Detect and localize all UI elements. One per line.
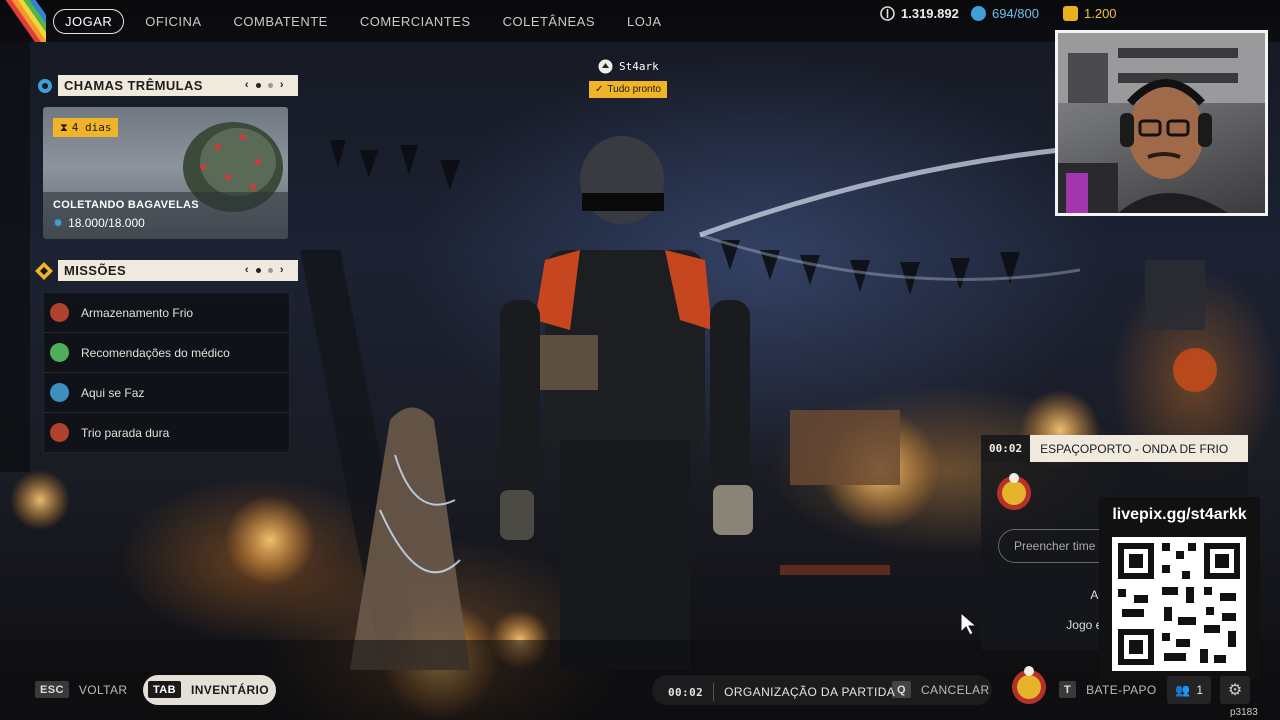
chat-action[interactable]: T BATE-PAPO <box>1059 681 1157 698</box>
coins-value: 1.319.892 <box>901 5 959 21</box>
mission-label: Trio parada dura <box>81 425 170 440</box>
ready-status-badge: ✓ Tudo pronto <box>589 81 667 98</box>
pager-dot <box>267 267 273 273</box>
event-objective: COLETANDO BAGAVELAS <box>53 199 199 211</box>
cred-icon <box>971 5 986 21</box>
player-name: St4ark <box>619 60 659 73</box>
tab-key-hint: TAB <box>148 681 181 698</box>
friends-icon: 👥 <box>1175 683 1191 697</box>
cancel-label: CANCELAR <box>920 682 990 697</box>
player-nameplate: St4ark <box>598 59 659 74</box>
cred-currency: 694/800 <box>971 5 1039 21</box>
mission-giver-icon <box>50 383 69 402</box>
friends-count: 1 <box>1196 683 1204 697</box>
main-nav: JOGAR OFICINA COMBATENTE COMERCIANTES CO… <box>53 9 683 34</box>
esc-key-hint: ESC <box>35 681 69 698</box>
pager-dot <box>267 82 273 88</box>
mission-item[interactable]: Trio parada dura <box>44 413 289 452</box>
pager-next-icon[interactable]: › <box>280 79 284 91</box>
back-label: VOLTAR <box>78 682 128 697</box>
inventory-label: INVENTÁRIO <box>191 682 270 697</box>
pager-dot <box>255 267 261 273</box>
event-title: CHAMAS TRÊMULAS <box>64 78 203 93</box>
nav-tab-oficina[interactable]: OFICINA <box>134 10 212 33</box>
mission-label: Armazenamento Frio <box>81 305 194 320</box>
event-header: CHAMAS TRÊMULAS ‹ › <box>58 75 298 96</box>
party-header: 00:02 ESPAÇOPORTO - ONDA DE FRIO <box>981 435 1248 462</box>
hourglass-icon: ⧗ <box>60 120 68 134</box>
build-id: p3183 <box>1230 707 1258 718</box>
mission-item[interactable]: Aqui se Faz <box>44 373 289 413</box>
cred-value: 694/800 <box>992 5 1039 21</box>
mission-giver-icon <box>50 343 69 362</box>
gear-icon: ✹ <box>53 216 64 230</box>
token-icon <box>1063 5 1078 21</box>
cancel-matchmaking-button[interactable]: Q CANCELAR <box>892 681 990 698</box>
nav-tab-loja[interactable]: LOJA <box>616 10 673 33</box>
missions-diamond-icon <box>34 261 54 281</box>
settings-button[interactable]: ⚙ <box>1220 676 1250 704</box>
chat-label: BATE-PAPO <box>1086 682 1157 697</box>
webcam-feed <box>1058 33 1265 213</box>
mission-label: Aqui se Faz <box>81 385 145 400</box>
gear-icon <box>35 76 55 96</box>
nav-tab-coletaneas[interactable]: COLETÂNEAS <box>492 10 606 33</box>
inventory-action[interactable]: TAB INVENTÁRIO <box>148 681 269 698</box>
pager-dot <box>255 82 261 88</box>
party-timer: 00:02 <box>981 435 1031 462</box>
nav-tab-jogar[interactable]: JOGAR <box>53 9 125 34</box>
livepix-qr-overlay: livepix.gg/st4arkk <box>1099 497 1260 679</box>
q-key-hint: Q <box>892 681 911 698</box>
qr-code-icon <box>1112 537 1246 671</box>
t-key-hint: T <box>1059 681 1077 698</box>
pager-prev-icon[interactable]: ‹ <box>245 264 249 276</box>
check-icon: ✓ <box>595 84 604 95</box>
player-rank-icon <box>598 59 613 74</box>
mission-giver-icon <box>50 303 69 322</box>
coin-icon <box>880 5 895 21</box>
nav-tab-comerciantes[interactable]: COMERCIANTES <box>349 10 482 33</box>
player-emblem-icon <box>1012 666 1046 704</box>
token-currency: 1.200 <box>1063 5 1117 21</box>
ready-status-label: Tudo pronto <box>607 84 661 95</box>
event-card[interactable]: ⧗ 4 dias COLETANDO BAGAVELAS ✹ 18.000/18… <box>43 107 288 239</box>
divider <box>713 683 715 701</box>
event-progress: ✹ 18.000/18.000 <box>53 216 145 230</box>
token-value: 1.200 <box>1084 5 1117 21</box>
streamer-webcam <box>1055 30 1268 216</box>
coins-currency: 1.319.892 <box>880 6 959 21</box>
missions-title: MISSÕES <box>64 263 127 278</box>
party-member-emblem-icon <box>997 473 1031 510</box>
mission-label: Recomendações do médico <box>81 345 230 360</box>
mission-item[interactable]: Armazenamento Frio <box>44 293 289 333</box>
event-timer: 4 dias <box>71 121 112 134</box>
match-label: ORGANIZAÇÃO DA PARTIDA <box>724 685 896 699</box>
back-action[interactable]: ESC VOLTAR <box>35 681 127 698</box>
mission-giver-icon <box>50 423 69 442</box>
friends-button[interactable]: 👥 1 <box>1167 676 1212 704</box>
missions-header: MISSÕES ‹ › <box>58 260 298 281</box>
match-timer: 00:02 <box>668 685 704 699</box>
pager-prev-icon[interactable]: ‹ <box>245 79 249 91</box>
settings-gear-icon: ⚙ <box>1227 682 1243 699</box>
event-pager: ‹ › <box>245 79 284 91</box>
matchmaking-status: 00:02 ORGANIZAÇÃO DA PARTIDA <box>668 683 895 701</box>
livepix-url: livepix.gg/st4arkk <box>1112 506 1247 523</box>
party-map-title: ESPAÇOPORTO - ONDA DE FRIO <box>1040 441 1229 456</box>
missions-pager: ‹ › <box>245 264 284 276</box>
nav-tab-combatente[interactable]: COMBATENTE <box>223 10 339 33</box>
event-progress-value: 18.000/18.000 <box>68 216 145 230</box>
event-timer-badge: ⧗ 4 dias <box>53 118 119 137</box>
rainbow-stripe-logo <box>0 0 46 42</box>
mission-item[interactable]: Recomendações do médico <box>44 333 289 373</box>
missions-list: Armazenamento Frio Recomendações do médi… <box>43 292 290 453</box>
pager-next-icon[interactable]: › <box>280 264 284 276</box>
mouse-cursor-icon <box>960 612 978 636</box>
